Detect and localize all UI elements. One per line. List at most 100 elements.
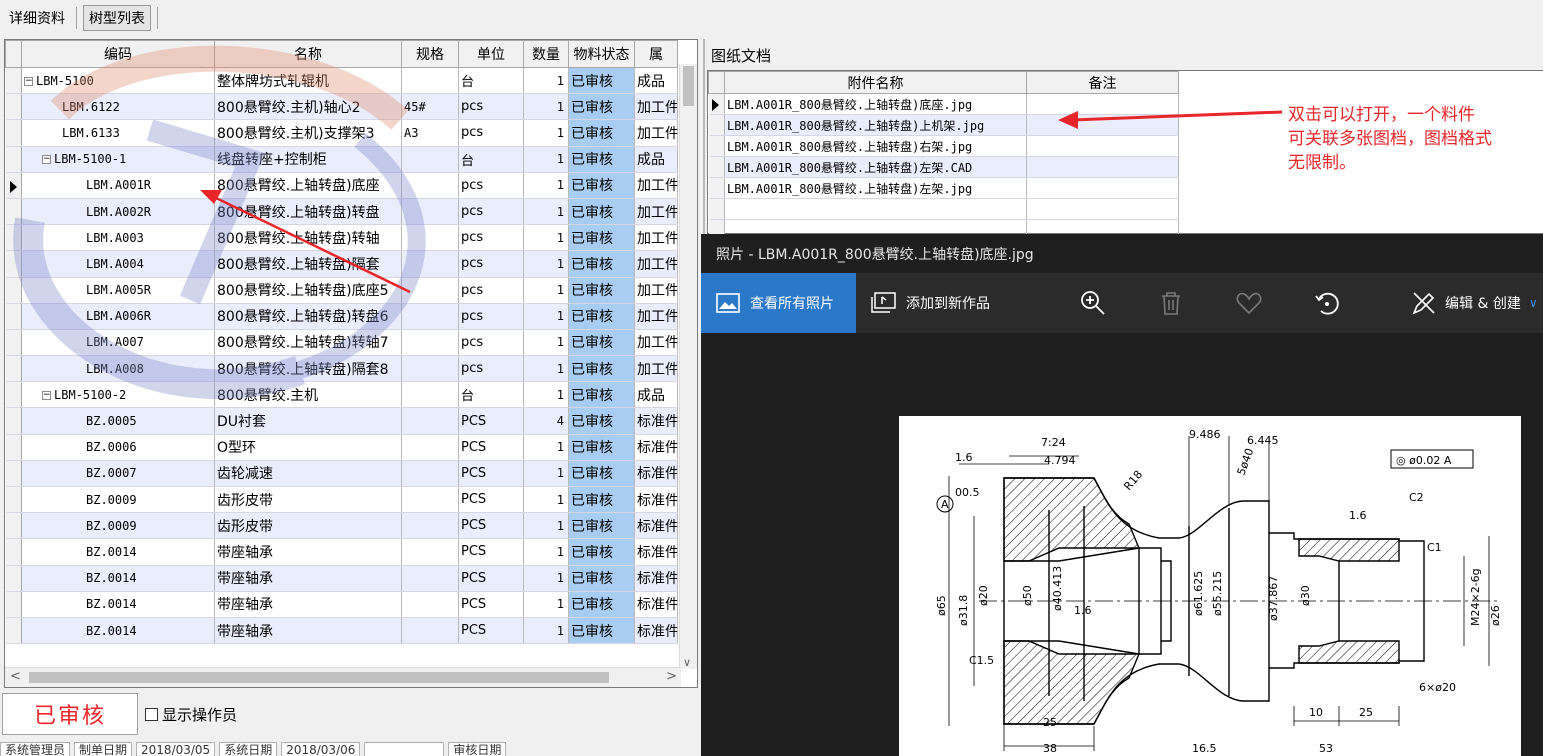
- row-indicator[interactable]: [5, 67, 22, 95]
- name-cell[interactable]: 带座轴承: [214, 617, 402, 645]
- status-cell[interactable]: 已审核: [568, 119, 635, 147]
- zoom-in-icon[interactable]: [1079, 289, 1107, 317]
- show-operator-toggle[interactable]: 显示操作员: [145, 704, 237, 725]
- type-cell[interactable]: 成品: [634, 67, 678, 95]
- spec-cell[interactable]: [401, 329, 459, 357]
- add-to-creation-button[interactable]: 添加到新作品: [871, 273, 990, 333]
- name-cell[interactable]: 齿形皮带: [214, 486, 402, 514]
- qty-cell[interactable]: 1: [523, 434, 569, 461]
- status-cell[interactable]: 已审核: [568, 250, 635, 278]
- name-cell[interactable]: 带座轴承: [214, 538, 402, 566]
- table-row[interactable]: LBM.A007 800悬臂绞.上轴转盘)转轴7 pcs 1 已审核 加工件: [5, 329, 678, 357]
- collapse-toggle-icon[interactable]: −: [42, 155, 51, 165]
- collapse-toggle-icon[interactable]: −: [24, 76, 33, 86]
- table-row[interactable]: BZ.0007 齿轮减速 PCS 1 已审核 标准件: [5, 460, 678, 488]
- row-indicator[interactable]: [708, 135, 725, 157]
- name-cell[interactable]: 800悬臂绞.上轴转盘)隔套: [214, 250, 402, 278]
- spec-cell[interactable]: [401, 460, 459, 488]
- qty-cell[interactable]: 1: [523, 565, 569, 592]
- name-cell[interactable]: 800悬臂绞.上轴转盘)底座: [214, 172, 402, 199]
- qty-cell[interactable]: 1: [523, 250, 569, 278]
- status-cell[interactable]: 已审核: [568, 565, 635, 592]
- spec-cell[interactable]: [401, 355, 459, 383]
- table-row[interactable]: BZ.0009 齿形皮带 PCS 1 已审核 标准件: [5, 512, 678, 540]
- name-cell[interactable]: DU衬套: [214, 407, 402, 435]
- heart-icon[interactable]: [1235, 289, 1263, 317]
- unit-cell[interactable]: PCS: [458, 565, 524, 592]
- attachment-note-cell[interactable]: [1026, 177, 1179, 199]
- column-header-qty[interactable]: 数量: [523, 40, 569, 68]
- code-cell[interactable]: BZ.0009: [21, 486, 215, 514]
- table-row[interactable]: BZ.0006 O型环 PCS 1 已审核 标准件: [5, 434, 678, 461]
- spec-cell[interactable]: [401, 67, 459, 95]
- vertical-scrollbar[interactable]: ∨: [679, 64, 697, 669]
- type-cell[interactable]: 加工件: [634, 224, 678, 252]
- spec-cell[interactable]: [401, 172, 459, 199]
- code-cell[interactable]: LBM.A008: [21, 355, 215, 383]
- row-indicator[interactable]: [5, 329, 22, 357]
- attachment-name-cell[interactable]: LBM.A001R_800悬臂绞.上轴转盘)底座.jpg: [724, 93, 1027, 115]
- type-cell[interactable]: 标准件: [634, 434, 678, 461]
- qty-cell[interactable]: 1: [523, 67, 569, 95]
- code-cell[interactable]: − LBM-5100-2: [21, 381, 215, 409]
- spec-cell[interactable]: [401, 198, 459, 226]
- attachment-row[interactable]: LBM.A001R_800悬臂绞.上轴转盘)右架.jpg: [708, 135, 1179, 157]
- type-cell[interactable]: 成品: [634, 381, 678, 409]
- table-row[interactable]: BZ.0014 带座轴承 PCS 1 已审核 标准件: [5, 538, 678, 566]
- unit-cell[interactable]: PCS: [458, 591, 524, 618]
- spec-cell[interactable]: 45#: [401, 93, 459, 121]
- attachment-name-cell[interactable]: LBM.A001R_800悬臂绞.上轴转盘)左架.jpg: [724, 177, 1027, 199]
- qty-cell[interactable]: 1: [523, 355, 569, 383]
- table-row[interactable]: LBM.6122 800悬臂绞.主机)轴心2 45# pcs 1 已审核 加工件: [5, 93, 678, 121]
- code-cell[interactable]: LBM.A003: [21, 224, 215, 252]
- spec-cell[interactable]: [401, 407, 459, 435]
- table-row[interactable]: LBM.A001R 800悬臂绞.上轴转盘)底座 pcs 1 已审核 加工件: [5, 172, 678, 199]
- unit-cell[interactable]: pcs: [458, 329, 524, 357]
- qty-cell[interactable]: 1: [523, 277, 569, 304]
- unit-cell[interactable]: pcs: [458, 119, 524, 147]
- table-row[interactable]: BZ.0014 带座轴承 PCS 1 已审核 标准件: [5, 591, 678, 618]
- name-cell[interactable]: 800悬臂绞.上轴转盘)转盘6: [214, 303, 402, 330]
- row-indicator[interactable]: [5, 538, 22, 566]
- table-row[interactable]: LBM.A002R 800悬臂绞.上轴转盘)转盘 pcs 1 已审核 加工件: [5, 198, 678, 226]
- unit-cell[interactable]: pcs: [458, 93, 524, 121]
- row-indicator[interactable]: [708, 114, 725, 136]
- qty-cell[interactable]: 1: [523, 329, 569, 357]
- row-indicator[interactable]: [5, 460, 22, 488]
- column-header-note[interactable]: 备注: [1026, 71, 1179, 94]
- status-cell[interactable]: 已审核: [568, 407, 635, 435]
- qty-cell[interactable]: 1: [523, 224, 569, 252]
- type-cell[interactable]: 标准件: [634, 565, 678, 592]
- spec-cell[interactable]: [401, 224, 459, 252]
- type-cell[interactable]: 标准件: [634, 538, 678, 566]
- code-cell[interactable]: LBM.6133: [21, 119, 215, 147]
- name-cell[interactable]: 800悬臂绞.上轴转盘)转轴: [214, 224, 402, 252]
- row-indicator[interactable]: [5, 146, 22, 173]
- unit-cell[interactable]: pcs: [458, 303, 524, 330]
- column-header-spec[interactable]: 规格: [401, 40, 459, 68]
- qty-cell[interactable]: 1: [523, 512, 569, 540]
- table-row[interactable]: LBM.A006R 800悬臂绞.上轴转盘)转盘6 pcs 1 已审核 加工件: [5, 303, 678, 330]
- code-cell[interactable]: LBM.A001R: [21, 172, 215, 199]
- unit-cell[interactable]: pcs: [458, 250, 524, 278]
- scrollbar-thumb[interactable]: [29, 672, 609, 683]
- spec-cell[interactable]: [401, 512, 459, 540]
- type-cell[interactable]: 加工件: [634, 93, 678, 121]
- qty-cell[interactable]: 1: [523, 381, 569, 409]
- name-cell[interactable]: 800悬臂绞.主机: [214, 381, 402, 409]
- unit-cell[interactable]: pcs: [458, 224, 524, 252]
- unit-cell[interactable]: PCS: [458, 538, 524, 566]
- table-row[interactable]: LBM.A004 800悬臂绞.上轴转盘)隔套 pcs 1 已审核 加工件: [5, 250, 678, 278]
- status-cell[interactable]: 已审核: [568, 303, 635, 330]
- name-cell[interactable]: 线盘转座+控制柜: [214, 146, 402, 173]
- collapse-toggle-icon[interactable]: −: [42, 390, 51, 400]
- status-cell[interactable]: 已审核: [568, 93, 635, 121]
- status-cell[interactable]: 已审核: [568, 591, 635, 618]
- column-header-status[interactable]: 物料状态: [568, 40, 635, 68]
- edit-create-button[interactable]: 编辑 & 创建 ∨: [1411, 273, 1538, 333]
- qty-cell[interactable]: 1: [523, 303, 569, 330]
- column-header-attachment[interactable]: 附件名称: [724, 71, 1027, 94]
- spec-cell[interactable]: [401, 146, 459, 173]
- unit-cell[interactable]: 台: [458, 146, 524, 173]
- spec-cell[interactable]: [401, 381, 459, 409]
